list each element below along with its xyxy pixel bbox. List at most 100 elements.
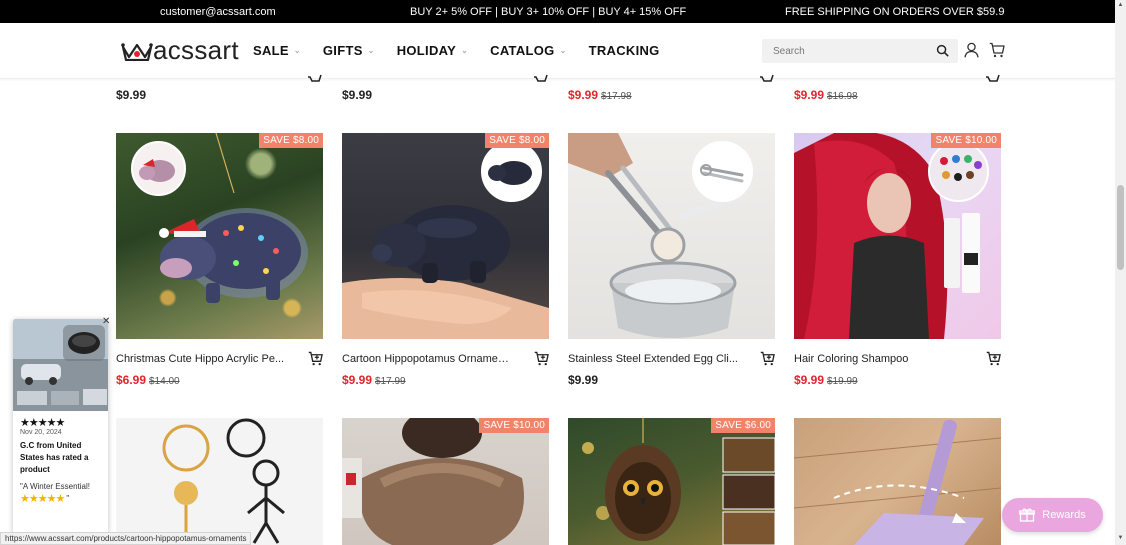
- logo[interactable]: acssart: [121, 37, 239, 63]
- product-price: $6.99 $14.00: [116, 373, 180, 387]
- chevron-down-icon: ⌄: [293, 46, 301, 55]
- scrollbar-thumb[interactable]: [1117, 185, 1124, 270]
- price: $9.99: [342, 88, 373, 102]
- product-card[interactable]: [794, 418, 1001, 545]
- product-price: $9.99 $19.99: [794, 373, 858, 387]
- car-accessory-image: [13, 319, 108, 411]
- product-card[interactable]: Stainless Steel Extended Egg Cli... $9.9…: [568, 133, 775, 387]
- product-image[interactable]: [568, 133, 775, 339]
- review-quote-end: ": [66, 494, 70, 503]
- product-card[interactable]: [116, 418, 323, 545]
- save-badge: SAVE $8.00: [259, 133, 323, 148]
- price: $9.99: [342, 373, 373, 387]
- logo-text: acssart: [153, 35, 239, 65]
- crown-icon: [121, 43, 153, 61]
- add-to-cart-icon[interactable]: [760, 351, 775, 366]
- save-badge: SAVE $10.00: [479, 418, 549, 433]
- compare-price: $19.99: [827, 376, 858, 387]
- nav-label: GIFTS: [322, 43, 363, 58]
- price: $6.99: [116, 373, 147, 387]
- rewards-label: Rewards: [1042, 509, 1086, 521]
- reviewer-text: G.C from United States has rated a produ…: [20, 441, 89, 474]
- product-price: $9.99 $17.98: [568, 88, 632, 102]
- nav-label: TRACKING: [588, 43, 660, 58]
- product-title[interactable]: Hair Coloring Shampoo: [794, 353, 964, 365]
- add-to-cart-icon[interactable]: [986, 72, 1000, 82]
- nav-catalog[interactable]: CATALOG ⌄: [490, 43, 566, 58]
- shipping-text: FREE SHIPPING ON ORDERS OVER $59.9: [785, 6, 1005, 18]
- price: $9.99: [116, 88, 147, 102]
- compare-price: $17.99: [375, 376, 406, 387]
- account-icon[interactable]: [964, 42, 979, 58]
- nav-gifts[interactable]: GIFTS ⌄: [323, 43, 375, 58]
- gift-icon: [1019, 508, 1036, 522]
- hippo-figurine-thumbnail: [483, 143, 540, 200]
- product-thumbnail-badge: [131, 141, 186, 196]
- save-badge: SAVE $6.00: [711, 418, 775, 433]
- search-input[interactable]: [762, 39, 927, 63]
- product-card[interactable]: SAVE $8.00 Cartoon Hippopotamus Ornament…: [342, 133, 549, 387]
- nav-holiday[interactable]: HOLIDAY ⌄: [397, 43, 468, 58]
- product-image[interactable]: SAVE $10.00: [342, 418, 549, 545]
- chevron-down-icon: ⌄: [461, 46, 469, 55]
- product-card[interactable]: SAVE $10.00: [342, 418, 549, 545]
- review-date: Nov 20, 2024: [20, 429, 62, 436]
- product-title[interactable]: Stainless Steel Extended Egg Cli...: [568, 353, 738, 365]
- nav-tracking[interactable]: TRACKING: [589, 43, 660, 58]
- cart-icon[interactable]: [989, 42, 1005, 58]
- compare-price: $16.98: [827, 91, 858, 102]
- chevron-down-icon: ⌄: [559, 46, 567, 55]
- nav-label: CATALOG: [490, 43, 555, 58]
- review-quote: "A Winter Essential!: [20, 482, 90, 491]
- product-thumbnail-badge: [928, 141, 989, 202]
- review-product-image: [13, 319, 108, 411]
- close-icon[interactable]: ✕: [102, 316, 110, 327]
- add-to-cart-icon[interactable]: [308, 72, 322, 82]
- product-card[interactable]: SAVE $6.00: [568, 418, 775, 545]
- review-popup[interactable]: ★★★★★ Nov 20, 2024 G.C from United State…: [13, 319, 108, 534]
- product-price: $9.99: [342, 88, 372, 102]
- product-price: $9.99 $16.98: [794, 88, 858, 102]
- add-to-cart-icon[interactable]: [534, 72, 548, 82]
- nav-label: HOLIDAY: [396, 43, 457, 58]
- product-price: $9.99: [568, 373, 598, 387]
- page: customer@acssart.com BUY 2+ 5% OFF | BUY…: [0, 0, 1126, 545]
- rewards-button[interactable]: Rewards: [1002, 498, 1103, 532]
- search-icon[interactable]: [936, 44, 949, 57]
- fur-collar-illustration: [342, 418, 524, 545]
- product-card[interactable]: SAVE $8.00 Christmas Cute Hippo Acrylic …: [116, 133, 323, 387]
- product-price: $9.99: [116, 88, 146, 102]
- product-title[interactable]: Cartoon Hippopotamus Ornaments: [342, 353, 512, 365]
- scroll-up-icon[interactable]: ▲: [1117, 2, 1124, 10]
- product-thumbnail-badge: [481, 141, 542, 202]
- add-to-cart-icon[interactable]: [308, 351, 323, 366]
- page-scrollbar[interactable]: ▲ ▼: [1115, 0, 1126, 545]
- add-to-cart-icon[interactable]: [760, 72, 774, 82]
- announcement-bar: customer@acssart.com BUY 2+ 5% OFF | BUY…: [0, 0, 1115, 23]
- product-image[interactable]: SAVE $6.00: [568, 418, 775, 545]
- product-image[interactable]: [116, 418, 323, 545]
- scroll-down-icon[interactable]: ▼: [1117, 535, 1124, 543]
- product-card[interactable]: SAVE $10.00 Hair Coloring Shampoo $9.99 $…: [794, 133, 1001, 387]
- product-image[interactable]: SAVE $10.00: [794, 133, 1001, 339]
- product-price: $9.99 $17.99: [342, 373, 406, 387]
- add-to-cart-icon[interactable]: [986, 351, 1001, 366]
- review-rating-stars: ★★★★★: [20, 493, 65, 505]
- hippo-ornament-thumbnail: [139, 159, 175, 182]
- product-title[interactable]: Christmas Cute Hippo Acrylic Pe...: [116, 353, 286, 365]
- save-badge: SAVE $10.00: [931, 133, 1001, 148]
- color-swatches-thumbnail: [940, 155, 982, 181]
- review-stars: ★★★★★: [20, 417, 65, 429]
- contact-email[interactable]: customer@acssart.com: [160, 6, 276, 18]
- egg-clip-thumbnail: [700, 164, 744, 183]
- product-image[interactable]: SAVE $8.00: [342, 133, 549, 339]
- product-image[interactable]: [794, 418, 1001, 545]
- add-to-cart-icon[interactable]: [534, 351, 549, 366]
- save-badge: SAVE $8.00: [485, 133, 549, 148]
- product-image[interactable]: SAVE $8.00: [116, 133, 323, 339]
- price: $9.99: [794, 88, 825, 102]
- status-url-bar: https://www.acssart.com/products/cartoon…: [0, 532, 252, 545]
- nav-sale[interactable]: SALE ⌄: [253, 43, 301, 58]
- promo-text: BUY 2+ 5% OFF | BUY 3+ 10% OFF | BUY 4+ …: [410, 6, 687, 18]
- nav-label: SALE: [253, 43, 289, 58]
